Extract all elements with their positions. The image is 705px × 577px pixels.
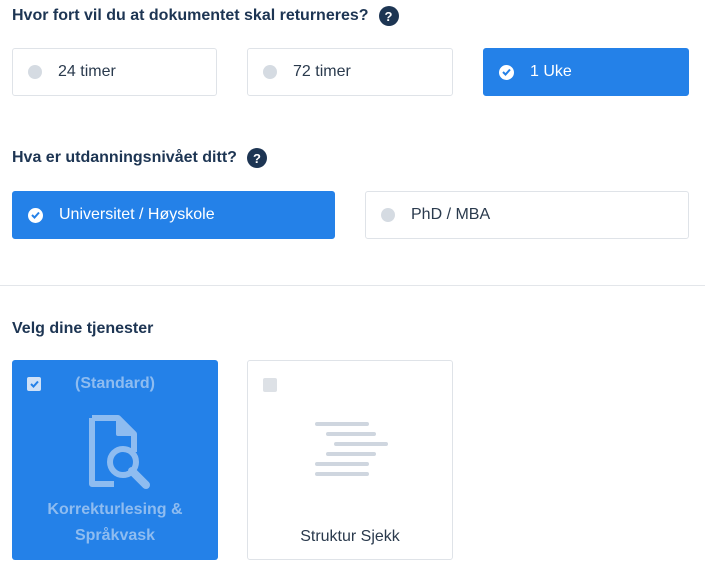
service-label: Korrekturlesing & Språkvask <box>47 501 183 544</box>
education-question-text: Hva er utdanningsnivået ditt? <box>12 149 237 166</box>
option-label: PhD / MBA <box>411 206 491 223</box>
option-label: 24 timer <box>58 63 116 80</box>
turnaround-question: Hvor fort vil du at dokumentet skal retu… <box>12 6 399 26</box>
option-1-uke[interactable]: 1 Uke <box>483 48 689 96</box>
check-circle-icon <box>499 64 514 80</box>
option-label: Universitet / Høyskole <box>59 206 215 223</box>
radio-dot-icon <box>28 65 42 79</box>
option-label: 72 timer <box>293 63 351 80</box>
option-24-timer[interactable]: 24 timer <box>12 48 217 96</box>
turnaround-question-text: Hvor fort vil du at dokumentet skal retu… <box>12 7 369 24</box>
radio-dot-icon <box>381 208 395 222</box>
service-label: Struktur Sjekk <box>300 528 400 545</box>
help-icon[interactable]: ? <box>378 6 399 26</box>
text-lines-icon <box>315 422 388 476</box>
option-phd-mba[interactable]: PhD / MBA <box>365 191 689 239</box>
document-search-icon <box>89 415 150 489</box>
education-question: Hva er utdanningsnivået ditt? ? <box>12 148 267 168</box>
radio-dot-icon <box>263 65 277 79</box>
check-circle-icon <box>28 207 43 223</box>
service-card-korrekturlesing[interactable]: (Standard) Korrekturlesing & Språkvask <box>12 360 218 560</box>
option-72-timer[interactable]: 72 timer <box>247 48 453 96</box>
option-universitet[interactable]: Universitet / Høyskole <box>12 191 335 239</box>
section-divider <box>0 285 705 286</box>
service-card-struktur-sjekk[interactable]: Struktur Sjekk <box>247 360 453 560</box>
service-tag: (Standard) <box>75 375 155 392</box>
help-icon[interactable]: ? <box>246 148 267 168</box>
checkbox-unchecked-icon[interactable] <box>263 378 277 392</box>
services-heading-text: Velg dine tjenester <box>12 320 154 337</box>
option-label: 1 Uke <box>530 63 572 80</box>
services-heading: Velg dine tjenester <box>12 320 153 338</box>
